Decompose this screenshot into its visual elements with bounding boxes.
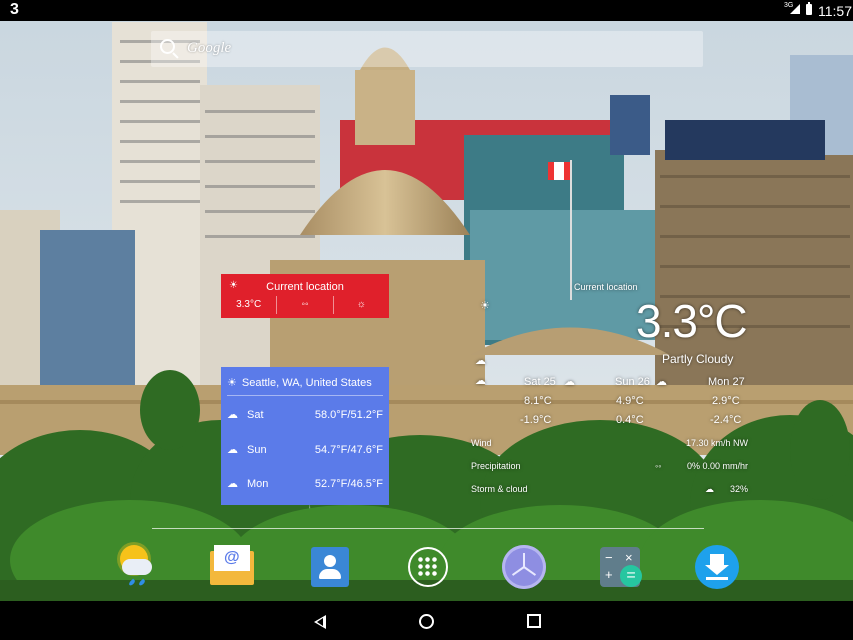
forecast-high: 4.9°C — [616, 395, 644, 407]
cloud-icon: ☁ — [705, 484, 714, 494]
weather-widget-large[interactable]: Current location ☀ 3.3°C ☁ Partly Cloudy… — [460, 280, 760, 510]
google-logo: Google — [187, 40, 232, 56]
weather-widget-small[interactable]: ☀ Current location 3.3°C ◦◦ ☼ — [221, 274, 389, 318]
forecast-day: Mon 27 — [708, 376, 745, 388]
forecast-high: 8.1°C — [524, 395, 552, 407]
signal-icon — [790, 4, 800, 14]
forecast-low: -2.4°C — [710, 414, 742, 426]
cloud-icon: ☁ — [227, 444, 238, 456]
app-drawer-icon[interactable] — [406, 545, 450, 589]
forecast-temp: 58.0°F/51.2°F — [314, 409, 383, 421]
status-bar[interactable]: 3 3G 11:57 — [0, 0, 853, 21]
notification-count: 3 — [10, 1, 19, 18]
recent-apps-icon[interactable] — [527, 614, 541, 628]
search-icon — [160, 39, 175, 54]
partly-cloudy-icon: ☀ — [227, 377, 237, 389]
detail-row: Precipitation ◦◦ 0% 0.00 mm/hr — [471, 461, 748, 473]
forecast-day: Sat — [247, 409, 264, 421]
forecast-day: Sat 25 — [524, 376, 556, 388]
detail-row: Wind 17.30 km/h NW — [471, 438, 748, 450]
forecast-day: Sun 26 — [615, 376, 650, 388]
detail-label: Storm & cloud — [471, 484, 528, 494]
email-app-icon[interactable]: @ — [210, 545, 254, 589]
detail-row: Storm & cloud ☁ 32% — [471, 484, 748, 496]
downloads-app-icon[interactable] — [695, 545, 739, 589]
cloud-icon: ☁ — [564, 376, 575, 388]
cloud-icon: ☁ — [227, 478, 238, 490]
forecast-low: 0.4°C — [616, 414, 644, 426]
current-temp: 3.3°C — [221, 296, 278, 314]
current-temperature: 3.3°C — [636, 295, 748, 347]
forecast-day: Mon — [247, 478, 269, 490]
rain-icon: ◦◦ — [655, 461, 662, 471]
forecast-temp: 52.7°F/46.5°F — [314, 478, 383, 490]
widget-location: Current location — [266, 281, 344, 293]
detail-label: Precipitation — [471, 461, 521, 471]
home-icon[interactable] — [419, 614, 434, 629]
clock: 11:57 — [818, 3, 852, 19]
cloud-icon: ☁ — [656, 376, 667, 388]
forecast-low: -1.9°C — [520, 414, 552, 426]
weather-app-icon[interactable] — [114, 545, 158, 589]
navigation-bar — [0, 601, 853, 640]
detail-value: 32% — [729, 484, 748, 494]
cloud-icon: ☁ — [475, 375, 486, 387]
widget-location: Current location — [574, 282, 638, 292]
forecast-high: 2.9°C — [712, 395, 740, 407]
wind-icon: ◦◦ — [277, 296, 334, 314]
calculator-app-icon[interactable]: − × + = — [600, 545, 644, 589]
google-search-bar[interactable]: Google — [151, 31, 703, 67]
detail-value: 17.30 km/h NW — [685, 438, 748, 448]
back-icon[interactable] — [314, 615, 326, 629]
detail-label: Wind — [471, 438, 492, 448]
battery-icon — [806, 2, 812, 15]
dock-divider — [152, 528, 704, 529]
clock-app-icon[interactable] — [502, 545, 546, 589]
forecast-widget[interactable]: ☀ Seattle, WA, United States ☁ Sat 58.0°F… — [221, 367, 389, 505]
current-condition: Partly Cloudy — [662, 352, 734, 366]
cloud-icon: ☁ — [227, 409, 238, 421]
partly-cloudy-icon: ☼ — [356, 299, 366, 310]
divider — [227, 395, 383, 396]
cloud-icon: ☁ — [475, 355, 486, 367]
forecast-day: Sun — [247, 444, 267, 456]
forecast-location: Seattle, WA, United States — [241, 377, 372, 389]
forecast-temp: 54.7°F/47.6°F — [314, 444, 383, 456]
detail-value: 0% 0.00 mm/hr — [686, 461, 748, 471]
contacts-app-icon[interactable] — [309, 545, 353, 589]
weather-icon: ☀ — [480, 300, 490, 312]
